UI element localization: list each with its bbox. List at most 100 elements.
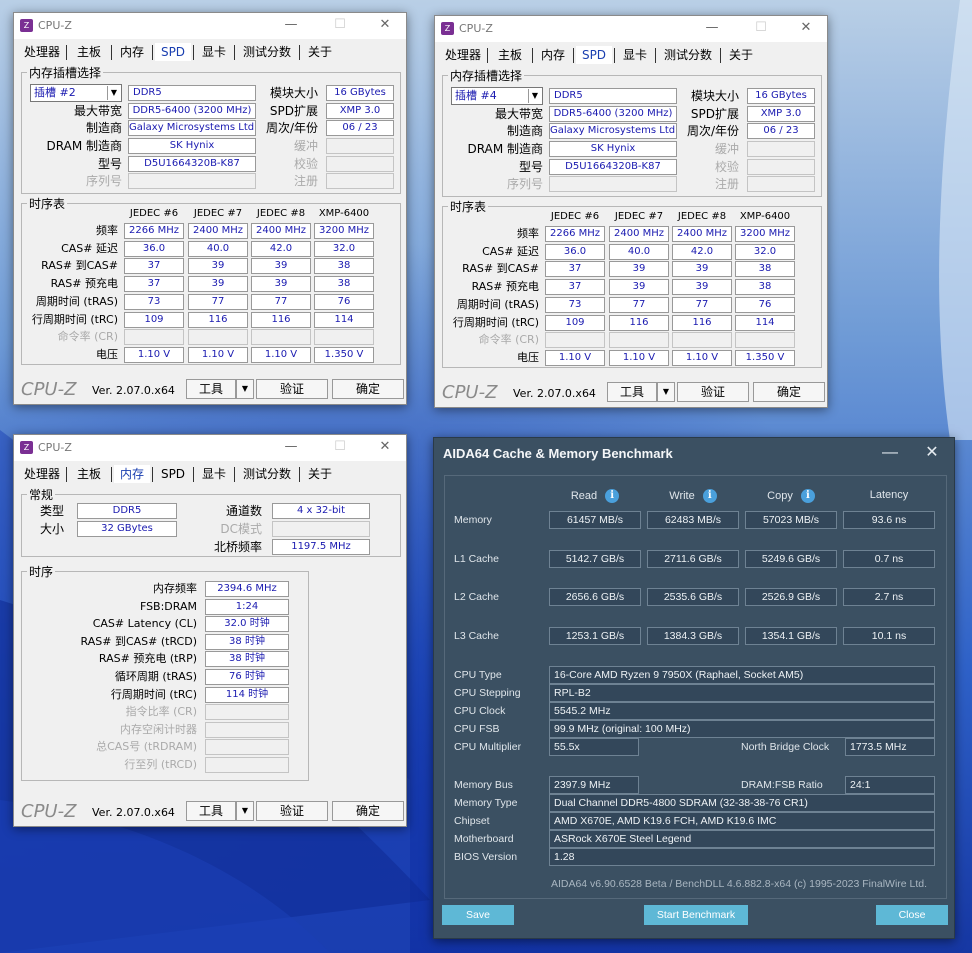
cpu-type-label: CPU Type <box>454 669 502 681</box>
label-part: 型号 <box>97 157 122 171</box>
tab-1[interactable]: 主板 <box>69 43 109 61</box>
validate-button[interactable]: 验证 <box>677 382 749 402</box>
north-bridge-label: North Bridge Clock <box>741 741 830 753</box>
tab-2[interactable]: 内存 <box>114 465 150 483</box>
maximize-button[interactable]: ☐ <box>331 17 349 33</box>
close-button[interactable]: ✕ <box>797 20 815 36</box>
close-button[interactable]: ✕ <box>376 439 394 455</box>
tab-0[interactable]: 处理器 <box>441 46 485 64</box>
footer-bar: CPU-Z Ver. 2.07.0.x64 工具 ▼ 验证 确定 <box>14 376 406 404</box>
slot-selection-group: 内存插槽选择 插槽 #4 ▼ DDR5 最大带宽 DDR5-6400 (3200 MHz)… <box>442 67 822 197</box>
timing-label: 命令率 (CR) <box>57 330 118 344</box>
label-checksum: 校验 <box>293 157 318 171</box>
tab-separator <box>111 45 112 60</box>
tab-separator <box>487 48 488 63</box>
tab-separator <box>66 45 67 60</box>
row-label: L2 Cache <box>454 591 499 603</box>
column-header: JEDEC #8 <box>677 211 727 222</box>
cpuz-spd-window-slot4: Z CPU-Z — ☐ ✕ 处理器 主板 内存 SPD 显卡 测试分数 关于 内存插槽选择 插槽… <box>434 15 828 408</box>
info-icon[interactable]: i <box>605 489 620 503</box>
close-button[interactable]: ✕ <box>922 443 942 463</box>
close-window-button[interactable]: Close <box>876 905 948 925</box>
tab-5[interactable]: 测试分数 <box>237 465 297 483</box>
timing-label: RAS# 预充电 (tRP) <box>98 652 197 666</box>
tab-5[interactable]: 测试分数 <box>658 46 718 64</box>
tools-button[interactable]: 工具 <box>186 801 236 821</box>
timing-cell: 109 <box>124 311 184 328</box>
tab-2[interactable]: 内存 <box>535 46 571 64</box>
timing-cell: 40.0 <box>609 243 669 260</box>
tab-4[interactable]: 显卡 <box>196 43 232 61</box>
minimize-button[interactable]: — <box>880 443 900 463</box>
tab-1[interactable]: 主板 <box>490 46 530 64</box>
validate-button[interactable]: 验证 <box>256 801 328 821</box>
column-header-label: Read <box>570 489 598 502</box>
maximize-button[interactable]: ☐ <box>752 20 770 36</box>
cpuz-app-icon: Z <box>441 22 454 35</box>
label-checksum: 校验 <box>714 160 739 174</box>
window-title: CPU-Z <box>459 22 493 35</box>
timing-cell: 39 <box>251 276 311 293</box>
cpuz-logo: CPU-Z <box>21 379 77 400</box>
field-checksum <box>326 156 394 172</box>
tab-4[interactable]: 显卡 <box>617 46 653 64</box>
timing-cell <box>735 332 795 349</box>
validate-button[interactable]: 验证 <box>256 379 328 399</box>
tab-separator <box>234 467 235 482</box>
info-icon[interactable]: i <box>800 489 815 503</box>
tab-1[interactable]: 主板 <box>69 465 109 483</box>
chevron-down-icon: ▼ <box>107 86 120 100</box>
tools-dropdown-button[interactable]: ▼ <box>236 801 254 821</box>
column-header: XMP-6400 <box>318 208 370 219</box>
timing-cell: 73 <box>545 296 605 313</box>
save-button[interactable]: Save <box>442 905 514 925</box>
dram-fsb-ratio-value: 24:1 <box>845 776 935 794</box>
memory-bus-label: Memory Bus <box>454 779 513 791</box>
tab-6[interactable]: 关于 <box>302 465 338 483</box>
ok-button[interactable]: 确定 <box>753 382 825 402</box>
start-benchmark-button[interactable]: Start Benchmark <box>644 905 748 925</box>
timing-table-group: 时序表 JEDEC #6 JEDEC #7 JEDEC #8 XMP-6400 频率 226… <box>442 198 822 368</box>
label-nb-freq: 北桥频率 <box>213 540 262 554</box>
timing-cell <box>251 329 311 346</box>
info-icon[interactable]: i <box>702 489 717 503</box>
tab-6[interactable]: 关于 <box>723 46 759 64</box>
slot-select[interactable]: 插槽 #4 ▼ <box>451 87 543 105</box>
close-button[interactable]: ✕ <box>376 17 394 33</box>
footer-bar: CPU-Z Ver. 2.07.0.x64 工具 ▼ 验证 确定 <box>14 798 406 826</box>
maximize-button[interactable]: ☐ <box>331 439 349 455</box>
ok-button[interactable]: 确定 <box>332 801 404 821</box>
tab-3[interactable]: SPD <box>576 46 612 64</box>
field-part: D5U1664320B-K87 <box>128 156 256 172</box>
timing-label: 频率 <box>96 224 118 237</box>
memory-type-field: DDR5 <box>549 88 677 104</box>
slot-select[interactable]: 插槽 #2 ▼ <box>30 84 122 102</box>
tab-6[interactable]: 关于 <box>302 43 338 61</box>
cpu-clock-value: 5545.2 MHz <box>549 702 935 720</box>
tab-separator <box>152 45 153 60</box>
tab-2[interactable]: 内存 <box>114 43 150 61</box>
timing-cell: 77 <box>672 296 732 313</box>
memory-type-field: DDR5 <box>128 85 256 101</box>
minimize-button[interactable]: — <box>703 20 721 36</box>
tools-dropdown-button[interactable]: ▼ <box>657 382 675 402</box>
tab-3[interactable]: SPD <box>155 465 191 483</box>
label-dc-mode: DC模式 <box>220 522 262 536</box>
tab-0[interactable]: 处理器 <box>20 465 64 483</box>
tab-3[interactable]: SPD <box>155 43 191 61</box>
tools-button[interactable]: 工具 <box>607 382 657 402</box>
minimize-button[interactable]: — <box>282 17 300 33</box>
result-cell: 1384.3 GB/s <box>647 627 739 645</box>
tab-0[interactable]: 处理器 <box>20 43 64 61</box>
tools-button[interactable]: 工具 <box>186 379 236 399</box>
tab-5[interactable]: 测试分数 <box>237 43 297 61</box>
window-title: CPU-Z <box>38 19 72 32</box>
timing-value: 38 时钟 <box>205 633 289 650</box>
field-spd_ext: XMP 3.0 <box>747 106 815 122</box>
chipset-label: Chipset <box>454 815 490 827</box>
minimize-button[interactable]: — <box>282 439 300 455</box>
tools-dropdown-button[interactable]: ▼ <box>236 379 254 399</box>
timing-value <box>205 721 289 738</box>
ok-button[interactable]: 确定 <box>332 379 404 399</box>
tab-4[interactable]: 显卡 <box>196 465 232 483</box>
